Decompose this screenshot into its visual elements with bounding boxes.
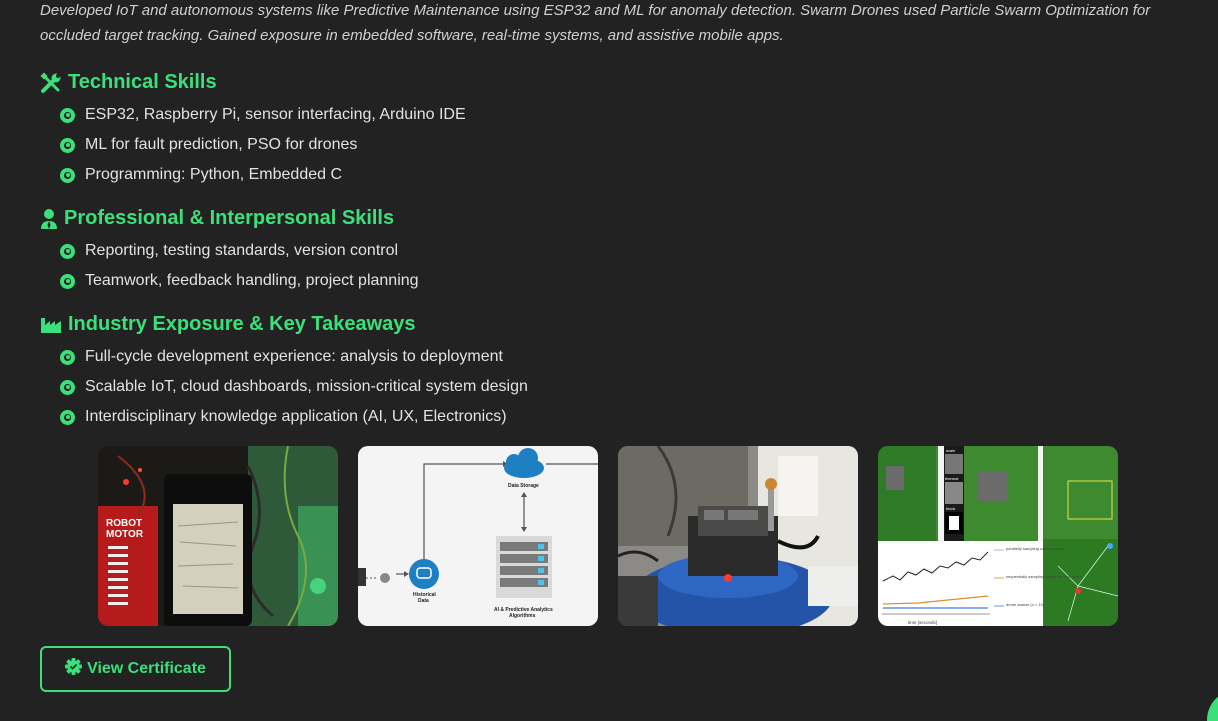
view-certificate-button[interactable]: View Certificate [40,646,231,692]
plot-label-thermal: thermal [945,476,958,481]
list-item: Scalable IoT, cloud dashboards, mission-… [60,372,528,402]
motor-label: MOTOR [106,529,144,540]
bullet-icon [60,137,75,153]
user-tie-icon [40,208,58,230]
diagram-data-label: Data [418,598,429,604]
professional-skills-list: Reporting, testing standards, version co… [60,236,419,296]
project-gallery: ROBOT MOTOR Data Storage AI & Predictive… [98,446,1118,626]
list-item: ML for fault prediction, PSO for drones [60,130,466,160]
section-title-professional: Professional & Interpersonal Skills [40,207,394,230]
bullet-icon [60,273,75,289]
plot-legend-3: drone swarm (n = 10) [1006,602,1045,607]
industry-icon [40,316,62,334]
intro-paragraph: Developed IoT and autonomous systems lik… [40,2,1151,44]
bullet-icon [60,107,75,123]
list-item: ESP32, Raspberry Pi, sensor interfacing,… [60,100,466,130]
plot-legend-2: sequentially sampling single camera dron… [1006,574,1082,579]
view-certificate-label: View Certificate [87,660,206,677]
section-title-technical: Technical Skills [40,71,217,94]
gallery-image-diagram[interactable]: Data Storage AI & Predictive Analytics A… [358,446,598,626]
bullet-icon [60,349,75,365]
tools-icon [40,71,62,94]
list-item-text: Scalable IoT, cloud dashboards, mission-… [85,378,528,395]
section-title-label: Professional & Interpersonal Skills [64,207,395,229]
list-item: Teamwork, feedback handling, project pla… [60,266,419,296]
technical-skills-list: ESP32, Raspberry Pi, sensor interfacing,… [60,100,466,190]
list-item: Programming: Python, Embedded C [60,160,466,190]
bullet-icon [60,409,75,425]
section-title-label: Industry Exposure & Key Takeaways [68,313,416,335]
list-item-text: Interdisciplinary knowledge application … [85,408,507,425]
certificate-icon [65,658,83,680]
industry-exposure-list: Full-cycle development experience: analy… [60,342,528,432]
diagram-storage-label: Data Storage [508,483,539,489]
robot-label: ROBOT [106,518,142,529]
list-item-text: Reporting, testing standards, version co… [85,242,399,259]
section-title-industry: Industry Exposure & Key Takeaways [40,313,416,336]
list-item: Full-cycle development experience: analy… [60,342,528,372]
list-item: Interdisciplinary knowledge application … [60,402,528,432]
section-title-label: Technical Skills [68,71,217,93]
gallery-image-tracking-results[interactable]: scale thermal block parallelly sampling … [878,446,1118,626]
list-item-text: Programming: Python, Embedded C [85,166,343,183]
bullet-icon [60,379,75,395]
gallery-image-robot[interactable] [618,446,858,626]
internship-details: Developed IoT and autonomous systems lik… [0,0,1218,721]
list-item-text: ML for fault prediction, PSO for drones [85,136,358,153]
plot-label-block: block [946,506,955,511]
plot-legend-1: parallelly sampling camera array [1006,546,1064,551]
list-item-text: Full-cycle development experience: analy… [85,348,503,365]
list-item-text: ESP32, Raspberry Pi, sensor interfacing,… [85,106,466,123]
list-item: Reporting, testing standards, version co… [60,236,419,266]
floating-action-button[interactable] [1207,690,1218,721]
gallery-image-hardware[interactable]: ROBOT MOTOR [98,446,338,626]
list-item-text: Teamwork, feedback handling, project pla… [85,272,419,289]
plot-xlabel: time [seconds] [908,620,937,625]
bullet-icon [60,243,75,259]
bullet-icon [60,167,75,183]
diagram-algorithms-label: Algorithms [509,613,536,619]
plot-label-scale: scale [946,448,956,453]
